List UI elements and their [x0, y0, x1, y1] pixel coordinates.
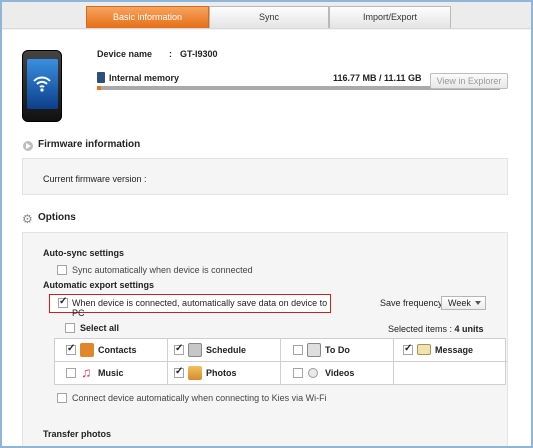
- firmware-panel: Current firmware version :: [22, 158, 508, 195]
- message-checkbox[interactable]: [403, 343, 413, 355]
- device-name-label: Device name: [97, 49, 153, 59]
- photos-label: Photos: [206, 368, 237, 378]
- device-name-separator: :: [169, 49, 172, 59]
- contacts-icon: [80, 343, 94, 357]
- item-music[interactable]: ♫ Music: [55, 362, 168, 385]
- tab-bar: Basic information Sync Import/Export: [2, 2, 531, 29]
- tab-import-export[interactable]: Import/Export: [329, 6, 451, 28]
- wifi-connect-checkbox[interactable]: [57, 393, 67, 403]
- item-schedule[interactable]: Schedule: [168, 339, 281, 362]
- item-photos[interactable]: Photos: [168, 362, 281, 385]
- schedule-icon: [188, 343, 202, 357]
- memory-icon: [97, 72, 105, 83]
- todo-icon: [307, 343, 321, 357]
- device-name-value: GT-I9300: [180, 49, 218, 59]
- item-empty: [394, 362, 507, 385]
- save-frequency-value: Week: [448, 298, 471, 308]
- auto-export-title: Automatic export settings: [43, 280, 155, 290]
- view-in-explorer-button[interactable]: View in Explorer: [430, 73, 508, 89]
- kies-window: Basic information Sync Import/Export Dev…: [0, 0, 533, 448]
- gear-icon: ⚙: [22, 212, 33, 226]
- item-todo[interactable]: To Do: [281, 339, 394, 362]
- firmware-current-label: Current firmware version :: [43, 174, 147, 184]
- selected-items-count: 4 units: [454, 324, 484, 334]
- auto-export-checkbox-label: When device is connected, automatically …: [72, 298, 328, 318]
- photos-icon: [188, 366, 202, 380]
- videos-icon: [308, 368, 318, 378]
- tab-basic-information[interactable]: Basic information: [86, 6, 209, 28]
- chevron-down-icon: [475, 301, 481, 305]
- select-all-label: Select all: [80, 323, 120, 333]
- autosync-checkbox[interactable]: [57, 265, 67, 275]
- firmware-section-title: Firmware information: [38, 139, 141, 150]
- selected-items-prefix: Selected items :: [388, 324, 455, 334]
- auto-export-highlight: When device is connected, automatically …: [49, 294, 331, 318]
- memory-usage: 116.77 MB / 11.11 GB: [333, 73, 422, 83]
- phone-icon: [22, 50, 62, 122]
- tab-sync[interactable]: Sync: [209, 6, 329, 28]
- photos-checkbox[interactable]: [174, 366, 184, 378]
- item-contacts[interactable]: Contacts: [55, 339, 168, 362]
- message-label: Message: [435, 345, 474, 355]
- music-icon: ♫: [81, 364, 92, 380]
- auto-export-checkbox[interactable]: [58, 296, 68, 308]
- options-section-title: Options: [38, 212, 76, 223]
- music-checkbox[interactable]: [66, 368, 76, 378]
- select-all-checkbox[interactable]: [65, 323, 75, 333]
- wifi-connect-label: Connect device automatically when connec…: [72, 393, 327, 403]
- message-icon: [417, 344, 431, 355]
- item-message[interactable]: Message: [394, 339, 507, 362]
- save-frequency-select[interactable]: Week: [441, 296, 486, 310]
- item-videos[interactable]: Videos: [281, 362, 394, 385]
- memory-usage-fill: [97, 86, 102, 90]
- autosync-checkbox-label: Sync automatically when device is connec…: [72, 265, 253, 275]
- schedule-checkbox[interactable]: [174, 343, 184, 355]
- music-label: Music: [98, 368, 124, 378]
- selected-items-label: Selected items : 4 units: [388, 324, 484, 334]
- firmware-section-icon: [23, 141, 33, 151]
- autosync-title: Auto-sync settings: [43, 248, 125, 258]
- save-frequency-label: Save frequency:: [380, 298, 446, 308]
- main-content: Device name : GT-I9300 Internal memory 1…: [2, 30, 531, 446]
- videos-label: Videos: [325, 368, 355, 378]
- todo-checkbox[interactable]: [293, 345, 303, 355]
- export-items-grid: Contacts Schedule To Do Message ♫: [54, 338, 507, 385]
- todo-label: To Do: [325, 345, 350, 355]
- contacts-checkbox[interactable]: [66, 343, 76, 355]
- schedule-label: Schedule: [206, 345, 247, 355]
- contacts-label: Contacts: [98, 345, 137, 355]
- videos-checkbox[interactable]: [293, 368, 303, 378]
- memory-label: Internal memory: [109, 73, 180, 83]
- transfer-photos-title: Transfer photos: [43, 429, 112, 439]
